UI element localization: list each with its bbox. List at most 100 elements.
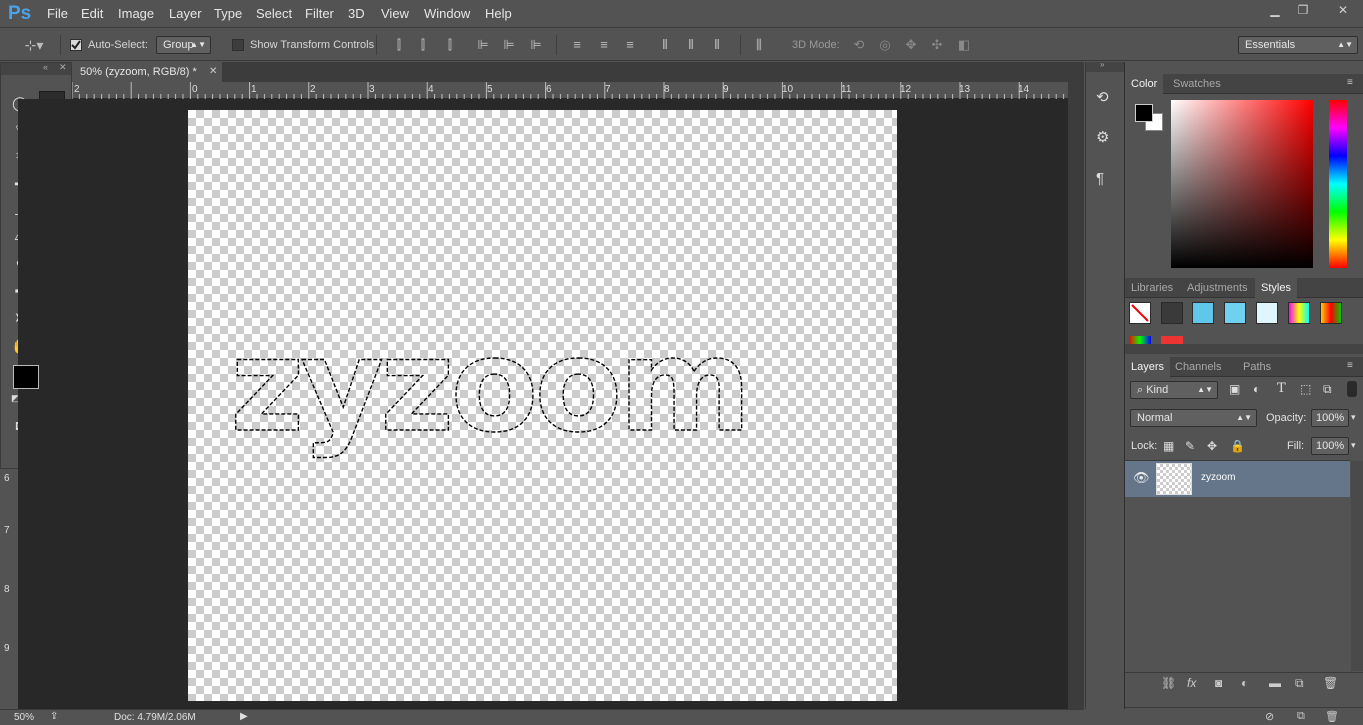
style-swatch[interactable] (1320, 302, 1342, 324)
new-group-icon[interactable]: ▬ (1269, 676, 1281, 690)
menu-3d[interactable]: 3D (348, 6, 365, 21)
layers-scrollbar[interactable] (1351, 461, 1363, 671)
restore-button[interactable]: ❐ (1290, 3, 1316, 19)
status-export-icon[interactable]: ⇪ (50, 711, 58, 722)
distribute-vcenter-icon[interactable]: ≡ (595, 36, 613, 54)
distribute-left-icon[interactable]: ⫴ (656, 36, 674, 54)
panel-menu-icon[interactable]: ≡ (1347, 360, 1353, 371)
menu-view[interactable]: View (381, 6, 409, 21)
style-swatch[interactable] (1192, 302, 1214, 324)
tab-layers[interactable]: Layers (1125, 357, 1171, 377)
menu-edit[interactable]: Edit (81, 6, 103, 21)
menu-type[interactable]: Type (214, 6, 242, 21)
lock-position-icon[interactable]: ✥ (1207, 439, 1217, 453)
lock-image-icon[interactable]: ✎ (1185, 439, 1195, 453)
document-tab[interactable]: 50% (zyzoom, RGB/8) * ✕ (72, 62, 222, 82)
filter-toggle[interactable] (1347, 381, 1357, 397)
menu-file[interactable]: File (47, 6, 68, 21)
new-item-icon[interactable]: ⧉ (1297, 710, 1305, 723)
distribute-right-icon[interactable]: ⫴ (708, 36, 726, 54)
distribute-bottom-icon[interactable]: ≡ (621, 36, 639, 54)
layer-name[interactable]: zyzoom (1201, 472, 1235, 483)
menu-help[interactable]: Help (485, 6, 512, 21)
style-swatch[interactable] (1129, 336, 1151, 344)
trash-icon[interactable]: 🗑 (1325, 710, 1339, 723)
status-menu-arrow-icon[interactable]: ▶ (240, 711, 248, 722)
document-canvas[interactable]: zyzoom (188, 110, 897, 701)
layer-style-icon[interactable]: fx (1187, 676, 1196, 690)
align-vertical-center-icon[interactable]: ⫿ (414, 36, 432, 54)
style-swatch[interactable] (1161, 302, 1183, 324)
show-transform-checkbox[interactable] (232, 39, 244, 51)
tab-libraries[interactable]: Libraries (1125, 278, 1179, 298)
close-tab-icon[interactable]: ✕ (209, 62, 217, 82)
fill-dropdown-icon[interactable]: ▾ (1351, 440, 1356, 451)
add-mask-icon[interactable]: ◙ (1215, 676, 1222, 690)
no-symbol-icon[interactable]: ⊘ (1265, 710, 1274, 723)
menu-layer[interactable]: Layer (169, 6, 202, 21)
zoom-level[interactable]: 50% (14, 712, 34, 723)
menu-filter[interactable]: Filter (305, 6, 334, 21)
fill-field[interactable]: 100% (1311, 437, 1349, 455)
filter-smart-object-icon[interactable]: ⧉ (1323, 382, 1332, 397)
properties-panel-icon[interactable]: ⚙ (1096, 128, 1109, 146)
visibility-eye-icon[interactable]: 👁 (1133, 470, 1150, 486)
style-swatch[interactable] (1161, 336, 1183, 344)
align-horizontal-center-icon[interactable]: ⊫ (500, 36, 518, 54)
pasteboard[interactable]: zyzoom (18, 99, 1084, 709)
expand-icon[interactable]: » (1100, 60, 1104, 69)
filter-type-icon[interactable]: T (1277, 381, 1286, 396)
opacity-dropdown-icon[interactable]: ▾ (1351, 412, 1356, 423)
color-spectrum-field[interactable] (1171, 100, 1313, 268)
tools-panel-header[interactable]: «✕ (1, 62, 71, 75)
auto-align-layers-icon[interactable]: ⫼ (750, 36, 768, 54)
new-adjustment-icon[interactable]: ◐ (1241, 676, 1248, 690)
distribute-top-icon[interactable]: ≡ (568, 36, 586, 54)
3d-scale-icon[interactable]: ◧ (955, 36, 973, 54)
tab-paths[interactable]: Paths (1237, 357, 1277, 377)
3d-slide-icon[interactable]: ✣ (928, 36, 946, 54)
tab-color[interactable]: Color (1125, 74, 1164, 94)
filter-shape-icon[interactable]: ⬚ (1300, 382, 1311, 396)
tab-adjustments[interactable]: Adjustments (1181, 278, 1254, 298)
lock-transparent-icon[interactable]: ▦ (1163, 439, 1174, 453)
style-swatch[interactable] (1224, 302, 1246, 324)
color-foreground-swatch[interactable] (1135, 104, 1153, 122)
new-layer-icon[interactable]: ⧉ (1295, 676, 1304, 691)
style-swatch[interactable] (1288, 302, 1310, 324)
3d-drag-icon[interactable]: ✥ (902, 36, 920, 54)
align-top-icon[interactable]: ⫿ (390, 36, 408, 54)
filter-pixel-icon[interactable]: ▣ (1229, 382, 1240, 396)
menu-select[interactable]: Select (256, 6, 292, 21)
distribute-hcenter-icon[interactable]: ⫴ (682, 36, 700, 54)
move-tool-preset-icon[interactable]: ⊹▾ (20, 36, 48, 54)
menu-window[interactable]: Window (424, 6, 470, 21)
canvas-scrollbar[interactable] (1068, 82, 1084, 709)
panel-menu-icon[interactable]: ≡ (1347, 77, 1353, 88)
minimize-button[interactable]: ▁ (1262, 3, 1288, 19)
3d-roll-icon[interactable]: ◎ (876, 36, 894, 54)
3d-rotate-icon[interactable]: ⟲ (850, 36, 868, 54)
menu-image[interactable]: Image (118, 6, 154, 21)
history-panel-icon[interactable]: ⟲ (1096, 88, 1109, 106)
paragraph-panel-icon[interactable]: ¶ (1096, 170, 1104, 187)
tab-swatches[interactable]: Swatches (1167, 74, 1227, 94)
workspace-dropdown[interactable]: Essentials ▲▼ (1238, 36, 1358, 54)
auto-select-checkbox[interactable] (70, 39, 82, 51)
collapse-icon[interactable]: « (43, 62, 48, 72)
tab-styles[interactable]: Styles (1255, 278, 1297, 298)
align-right-icon[interactable]: ⊫ (527, 36, 545, 54)
hue-slider[interactable] (1329, 100, 1347, 268)
close-window-button[interactable]: ✕ (1326, 3, 1360, 19)
layer-row[interactable]: 👁 zyzoom (1125, 461, 1350, 497)
delete-layer-icon[interactable]: 🗑 (1323, 676, 1338, 690)
align-bottom-icon[interactable]: ⫿ (441, 36, 459, 54)
filter-adjustment-icon[interactable]: ◐ (1253, 382, 1260, 396)
layer-thumbnail[interactable] (1156, 463, 1192, 495)
close-icon[interactable]: ✕ (59, 62, 67, 73)
foreground-color-swatch[interactable] (13, 365, 39, 389)
style-swatch-none[interactable] (1129, 302, 1151, 324)
strip-header[interactable]: » (1086, 60, 1124, 72)
blend-mode-dropdown[interactable]: Normal ▲▼ (1130, 409, 1257, 427)
link-layers-icon[interactable]: ⛓ (1161, 676, 1176, 690)
